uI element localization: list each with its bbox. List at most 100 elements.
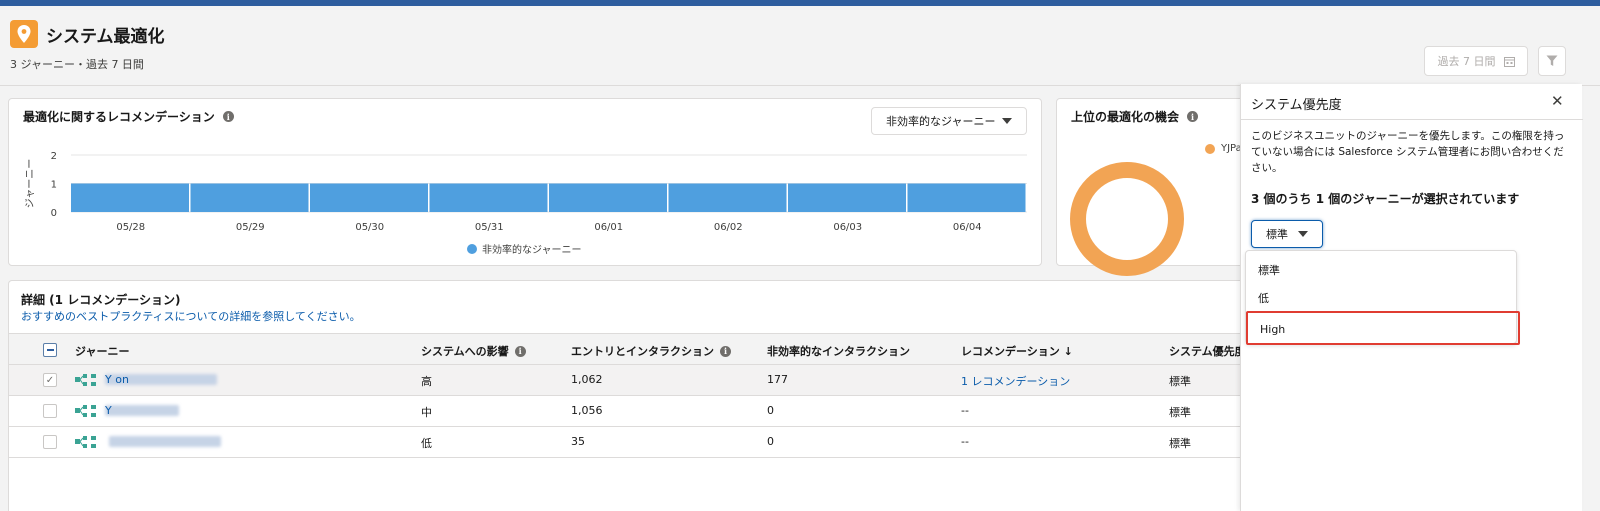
filter-button[interactable] <box>1538 46 1566 76</box>
y-axis-label: ジャーニー <box>25 159 36 209</box>
details-card: 詳細 (1 レコメンデーション) おすすめのベストプラクティスについての詳細を参… <box>8 280 1249 511</box>
entries-cell: 35 <box>571 435 585 448</box>
page-subtitle: 3 ジャーニー・過去 7 日間 <box>10 58 144 71</box>
column-header-label: システム優先度 <box>1169 345 1246 358</box>
journey-name-link[interactable]: Y on <box>105 373 129 386</box>
filter-icon <box>1546 55 1558 66</box>
legend-label: YJPa <box>1221 143 1242 154</box>
column-header-journey[interactable]: ジャーニー <box>75 343 129 359</box>
date-range-button[interactable]: 過去 7 日間 <box>1424 46 1528 76</box>
select-all-checkbox[interactable] <box>43 343 57 357</box>
entries-cell: 1,056 <box>571 404 603 417</box>
system-priority-panel: システム優先度 ✕ このビジネスユニットのジャーニーを優先します。この権限を持っ… <box>1240 84 1583 511</box>
x-tick-label: 05/29 <box>236 222 265 233</box>
page-header: システム最適化 3 ジャーニー・過去 7 日間 過去 7 日間 <box>0 6 1600 86</box>
y-tick-label: 0 <box>51 208 57 219</box>
x-tick-label: 05/31 <box>475 222 504 233</box>
priority-cell: 標準 <box>1169 375 1191 388</box>
inefficient-cell: 0 <box>767 435 774 448</box>
page-title: システム最適化 <box>46 27 165 47</box>
row-checkbox[interactable] <box>43 435 57 449</box>
journey-icon <box>75 436 96 448</box>
priority-dropdown-menu: 標準 低 High <box>1245 250 1520 345</box>
x-tick-label: 06/04 <box>953 222 982 233</box>
column-header-label: 非効率的なインタラクション <box>767 345 910 358</box>
column-header-entries[interactable]: エントリとインタラクション i <box>571 343 731 359</box>
redacted-name <box>105 405 179 416</box>
best-practices-link[interactable]: おすすめのベストプラクティスについての詳細を参照してください。 <box>21 308 361 324</box>
caret-down-icon <box>1298 231 1308 237</box>
recommendation-link[interactable]: 1 レコメンデーション <box>961 373 1070 389</box>
priority-option-standard[interactable]: 標準 <box>1258 262 1280 278</box>
panel-description: このビジネスユニットのジャーニーを優先します。この権限を持っていない場合には S… <box>1251 130 1565 174</box>
y-tick-label: 1 <box>51 180 57 191</box>
row-checkbox[interactable] <box>43 404 57 418</box>
column-header-impact[interactable]: システムへの影響 i <box>421 343 526 359</box>
journey-icon <box>75 374 96 386</box>
bar <box>549 183 667 212</box>
legend-label: 非効率的なジャーニー <box>482 243 582 256</box>
selection-count: 3 個のうち 1 個のジャーニーが選択されています <box>1251 192 1520 206</box>
legend-swatch <box>1205 143 1215 154</box>
inefficient-cell: 177 <box>767 373 788 386</box>
column-header-recommendation[interactable]: レコメンデーション ↓ <box>961 343 1073 359</box>
bar <box>310 183 428 212</box>
priority-dropdown-button[interactable]: 標準 <box>1251 220 1323 248</box>
bar <box>429 183 548 212</box>
priority-dropdown-label: 標準 <box>1266 228 1288 241</box>
entries-cell: 1,062 <box>571 373 603 386</box>
bar <box>907 183 1026 212</box>
journey-icon <box>75 405 96 417</box>
table-row[interactable]: ✓ Y on 高 1,062 177 1 レコメンデーション 標準 <box>9 365 1249 396</box>
journey-name-link[interactable]: Y <box>105 404 112 417</box>
priority-cell: 標準 <box>1169 437 1191 450</box>
column-header-label: レコメンデーション ↓ <box>961 345 1073 358</box>
panel-title: システム優先度 <box>1251 98 1342 113</box>
x-tick-label: 05/28 <box>116 222 145 233</box>
opportunities-title: 上位の最適化の機会 i <box>1071 108 1199 125</box>
donut-slice <box>1070 162 1184 276</box>
impact-cell: 低 <box>421 437 432 450</box>
x-tick-label: 06/01 <box>594 222 623 233</box>
priority-option-high[interactable]: High <box>1260 323 1285 336</box>
y-tick-label: 2 <box>51 151 57 162</box>
x-tick-label: 06/02 <box>714 222 743 233</box>
column-header-label: システムへの影響 <box>421 345 509 358</box>
info-icon[interactable]: i <box>720 345 731 357</box>
table-row[interactable]: 低 35 0 -- 標準 <box>9 427 1249 458</box>
close-icon[interactable]: ✕ <box>1551 92 1564 110</box>
impact-cell: 高 <box>421 375 432 388</box>
bar <box>668 183 787 212</box>
column-header-inefficient[interactable]: 非効率的なインタラクション <box>767 343 910 359</box>
recommendations-chart: 0 1 2 ジャーニー 05/28 05/29 05/30 05/31 06/01 06/02 06… <box>25 151 1027 256</box>
date-range-label: 過去 7 日間 <box>1437 55 1496 68</box>
details-title: 詳細 (1 レコメンデーション) <box>21 293 181 307</box>
info-icon[interactable]: i <box>1187 111 1199 122</box>
priority-cell: 標準 <box>1169 406 1191 419</box>
opportunities-title-text: 上位の最適化の機会 <box>1071 110 1180 124</box>
column-header-priority[interactable]: システム優先度 <box>1169 343 1246 359</box>
table-row[interactable]: Y 中 1,056 0 -- 標準 <box>9 396 1249 427</box>
redacted-name <box>109 436 221 447</box>
panel-header: システム優先度 ✕ <box>1241 84 1583 120</box>
bar <box>71 183 189 212</box>
bar <box>788 183 906 212</box>
x-tick-label: 05/30 <box>355 222 384 233</box>
table-header: ジャーニー システムへの影響 i エントリとインタラクション i 非効率的なインタラ… <box>9 333 1249 365</box>
column-header-label: ジャーニー <box>75 345 130 358</box>
x-tick-label: 06/03 <box>833 222 862 233</box>
priority-option-high-highlight[interactable]: High <box>1246 311 1520 345</box>
impact-cell: 中 <box>421 406 432 419</box>
donut-legend: YJPa <box>1205 143 1242 154</box>
inefficient-cell: 0 <box>767 404 774 417</box>
donut-chart <box>1070 162 1184 276</box>
info-icon[interactable]: i <box>514 345 526 357</box>
bar <box>190 183 309 212</box>
legend-swatch <box>467 244 477 254</box>
calendar-icon <box>1503 56 1515 67</box>
row-checkbox[interactable]: ✓ <box>43 373 57 387</box>
opportunities-card: 上位の最適化の機会 i YJPa <box>1056 98 1246 276</box>
recommendation-cell: -- <box>961 404 969 417</box>
column-header-label: エントリとインタラクション <box>571 345 714 358</box>
priority-option-low[interactable]: 低 <box>1258 290 1269 306</box>
